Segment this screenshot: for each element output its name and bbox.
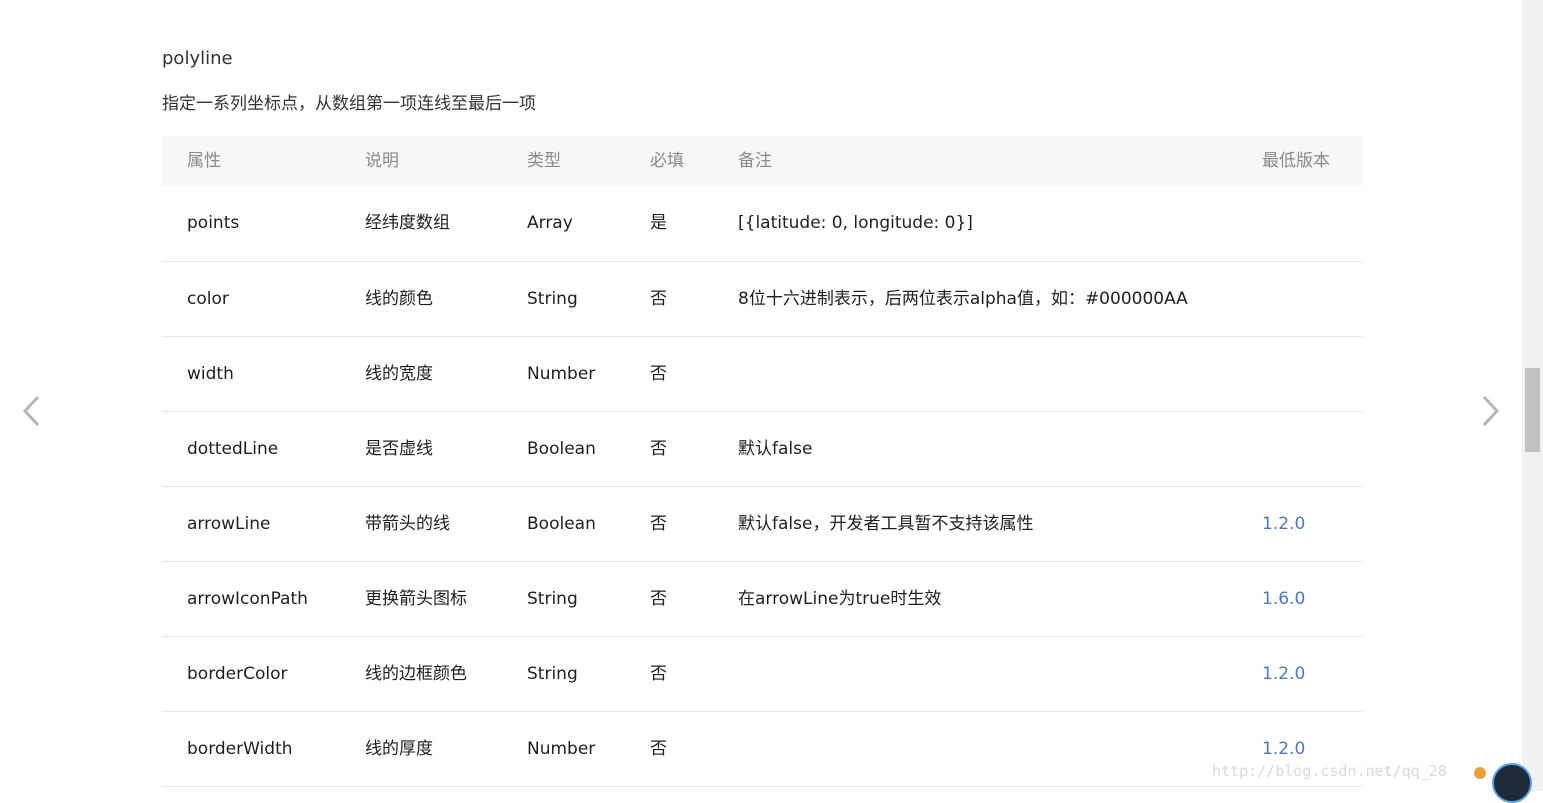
cell-desc: 经纬度数组	[365, 213, 450, 233]
cell-note: 在arrowLine为true时生效	[738, 589, 942, 609]
cell-desc: 更换箭头图标	[365, 589, 467, 609]
cell-version-link[interactable]: 1.2.0	[1262, 487, 1305, 561]
vertical-scrollbar[interactable]	[1522, 0, 1543, 791]
table-row: width 线的宽度 Number 否	[162, 337, 1362, 412]
cell-type: Number	[527, 739, 596, 759]
cell-type: String	[527, 589, 578, 609]
cell-note: 默认false	[738, 439, 813, 459]
cell-required: 是	[650, 213, 667, 233]
badge-icon	[1474, 767, 1486, 779]
watermark-text: http://blog.csdn.net/qq_28	[1212, 762, 1447, 780]
header-required: 必填	[650, 151, 684, 171]
section-title: polyline	[162, 48, 233, 69]
cell-desc: 是否虚线	[365, 439, 433, 459]
cell-type: Number	[527, 364, 596, 384]
cell-type: String	[527, 664, 578, 684]
cell-attr: borderWidth	[187, 739, 293, 759]
table-row: points 经纬度数组 Array 是 [{latitude: 0, long…	[162, 186, 1362, 262]
cell-desc: 线的颜色	[365, 289, 433, 309]
cell-type: String	[527, 289, 578, 309]
cell-attr: arrowIconPath	[187, 589, 308, 609]
cell-attr: color	[187, 289, 229, 309]
cell-note: 默认false，开发者工具暂不支持该属性	[738, 514, 1034, 534]
cell-type: Array	[527, 213, 573, 233]
cell-note: [{latitude: 0, longitude: 0}]	[738, 213, 973, 233]
cell-required: 否	[650, 739, 667, 759]
table-row: color 线的颜色 String 否 8位十六进制表示，后两位表示alpha值…	[162, 262, 1362, 337]
header-note: 备注	[738, 151, 772, 171]
cell-desc: 线的边框颜色	[365, 664, 467, 684]
cell-required: 否	[650, 289, 667, 309]
cell-desc: 线的宽度	[365, 364, 433, 384]
section-description: 指定一系列坐标点，从数组第一项连线至最后一项	[162, 94, 536, 114]
chevron-left-icon[interactable]	[20, 393, 44, 429]
cell-attr: dottedLine	[187, 439, 279, 459]
cell-note: 8位十六进制表示，后两位表示alpha值，如：#000000AA	[738, 289, 1188, 309]
cell-required: 否	[650, 364, 667, 384]
table-row: arrowIconPath 更换箭头图标 String 否 在arrowLine…	[162, 562, 1362, 637]
cell-attr: points	[187, 213, 240, 233]
cell-version-link[interactable]: 1.2.0	[1262, 637, 1305, 711]
header-version: 最低版本	[1262, 151, 1330, 171]
cell-required: 否	[650, 589, 667, 609]
table-row: dottedLine 是否虚线 Boolean 否 默认false	[162, 412, 1362, 487]
header-desc: 说明	[365, 151, 399, 171]
cell-desc: 带箭头的线	[365, 514, 450, 534]
table-row: borderColor 线的边框颜色 String 否 1.2.0	[162, 637, 1362, 712]
attributes-table: 属性 说明 类型 必填 备注 最低版本 points 经纬度数组 Array 是…	[162, 136, 1362, 787]
cell-attr: width	[187, 364, 234, 384]
cell-attr: borderColor	[187, 664, 288, 684]
cell-type: Boolean	[527, 439, 596, 459]
table-header: 属性 说明 类型 必填 备注 最低版本	[162, 136, 1362, 186]
cell-desc: 线的厚度	[365, 739, 433, 759]
cell-attr: arrowLine	[187, 514, 271, 534]
header-attr: 属性	[187, 151, 221, 171]
table-row: borderWidth 线的厚度 Number 否 1.2.0	[162, 712, 1362, 787]
chevron-right-icon[interactable]	[1478, 393, 1502, 429]
cell-required: 否	[650, 664, 667, 684]
cell-required: 否	[650, 514, 667, 534]
scrollbar-thumb[interactable]	[1525, 368, 1540, 452]
cell-type: Boolean	[527, 514, 596, 534]
table-row: arrowLine 带箭头的线 Boolean 否 默认false，开发者工具暂…	[162, 487, 1362, 562]
header-type: 类型	[527, 151, 561, 171]
cell-required: 否	[650, 439, 667, 459]
floating-avatar-widget[interactable]	[1492, 763, 1532, 803]
cell-version-link[interactable]: 1.6.0	[1262, 562, 1305, 636]
